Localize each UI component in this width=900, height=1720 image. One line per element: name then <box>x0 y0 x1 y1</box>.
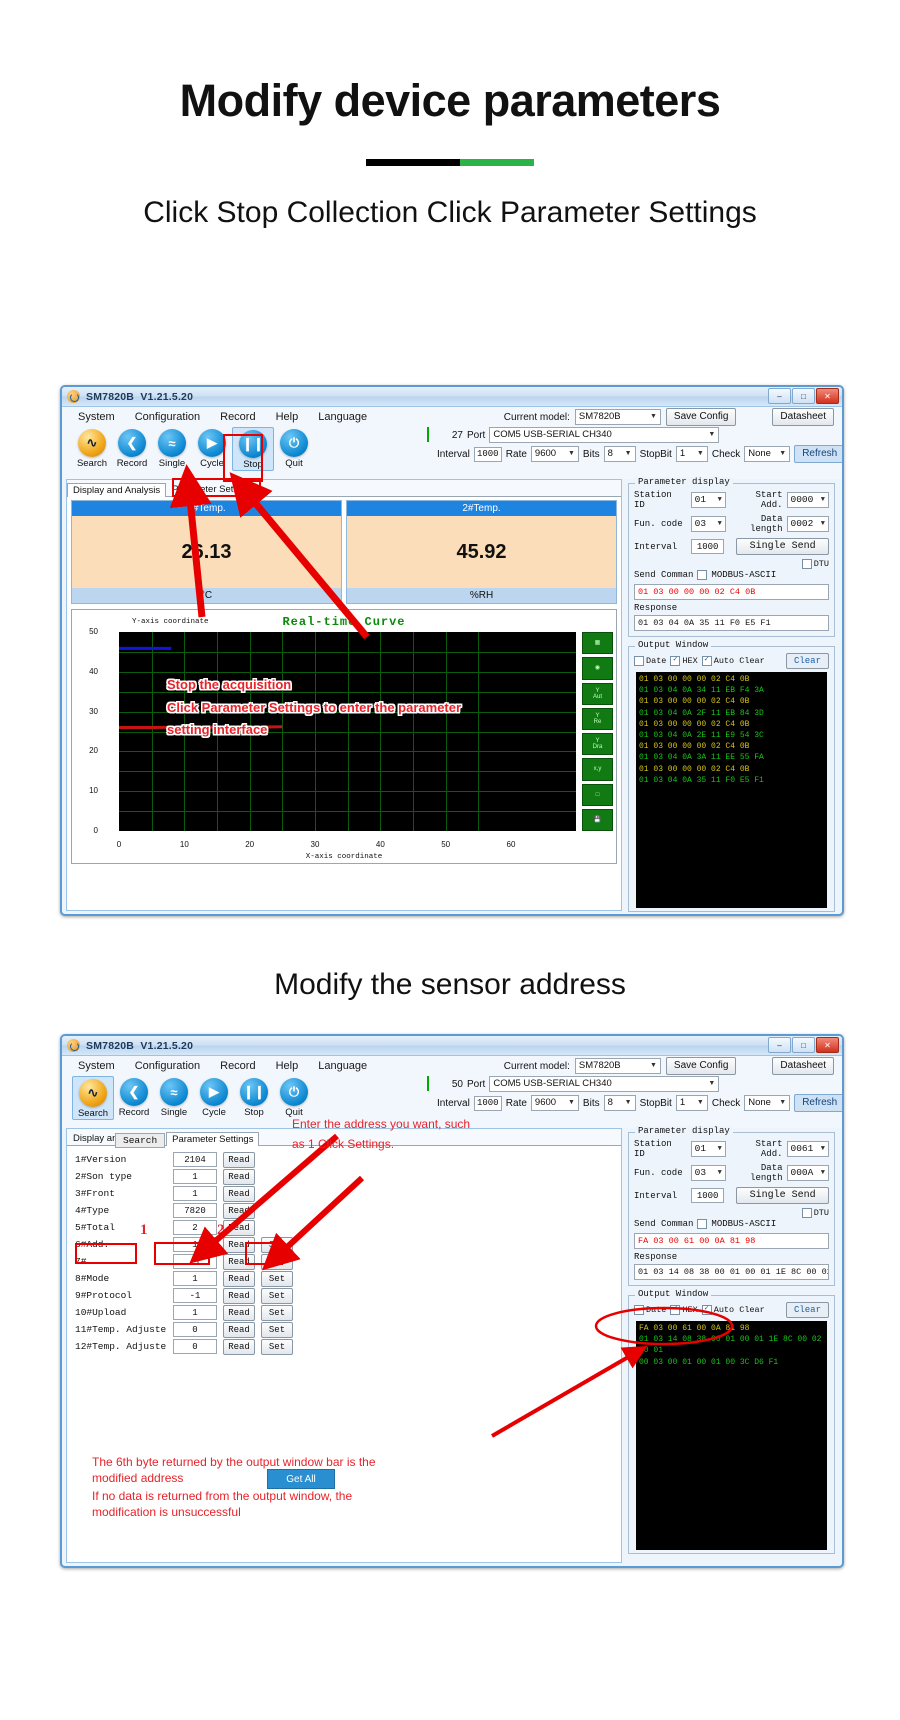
annotation-enter-text-1: Enter the address you want, such <box>292 1117 471 1131</box>
arrow-to-address-field <box>189 1133 339 1264</box>
annotation-text-3: setting interface <box>167 722 268 737</box>
arrow-to-parameter-settings-tab <box>229 472 370 640</box>
page-title: Modify device parameters <box>179 75 721 126</box>
annotation-note-2: modified address <box>92 1471 184 1485</box>
section-subtitle-1: Click Stop Collection Click Parameter Se… <box>143 196 757 229</box>
annotation-text-2: Click Parameter Settings to enter the pa… <box>167 700 462 715</box>
highlight-box-stop-button <box>223 434 263 482</box>
window1-annotation-arrows <box>169 464 370 640</box>
divider-black-segment <box>366 159 461 166</box>
arrow-to-output-window <box>490 1345 648 1438</box>
annotation-note-3: If no data is returned from the output w… <box>92 1489 353 1503</box>
arrow-to-set-button <box>261 1175 365 1271</box>
annotation-note-1: The 6th byte returned by the output wind… <box>92 1455 376 1469</box>
annotation-text-1: Stop the acquisition <box>167 677 292 692</box>
app-window-1: SM7820B V1.21.5.20 – □ ✕ System Configur… <box>60 385 844 916</box>
annotation-enter-text-2: as 1 Click Settings. <box>292 1137 395 1151</box>
highlight-ellipse-output-bytes <box>594 1306 734 1346</box>
app-window-2: SM7820B V1.21.5.20 – □ ✕ System Configur… <box>60 1034 844 1568</box>
highlight-box-parameter-settings-tab <box>172 478 261 497</box>
title-divider <box>366 159 534 166</box>
annotation-note-4: modification is unsuccessful <box>92 1505 241 1519</box>
arrow-to-stop-button <box>169 464 212 618</box>
divider-green-segment <box>460 159 534 166</box>
section-subtitle-2: Modify the sensor address <box>274 968 626 1001</box>
